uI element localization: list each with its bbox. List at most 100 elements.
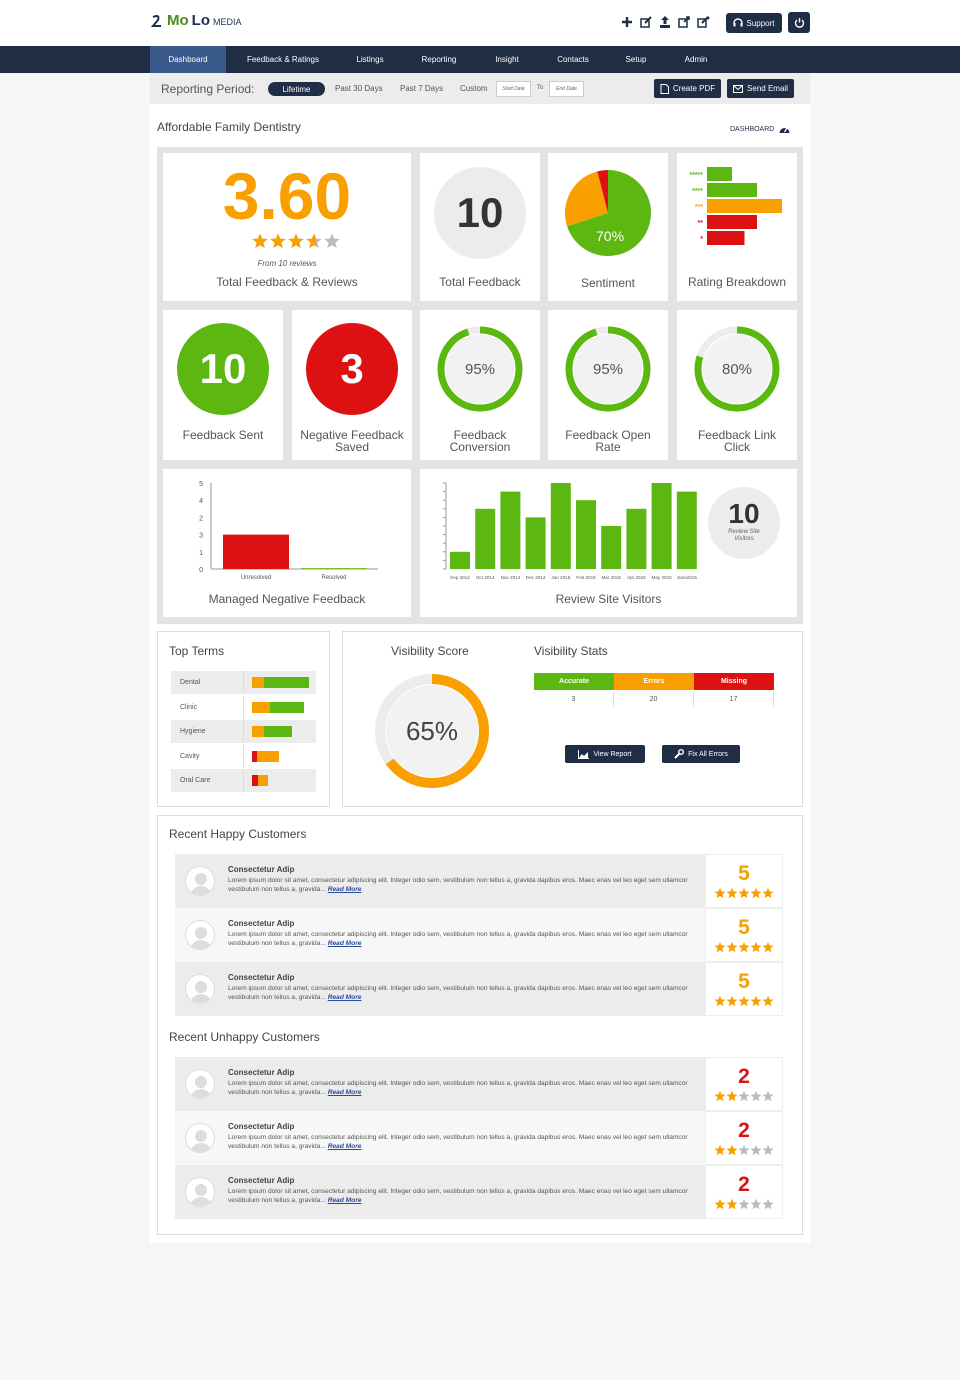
rating-breakdown-card[interactable]: ***** **** *** ** * Rating Breakdown xyxy=(677,153,797,301)
negative-saved-card[interactable]: 3 Negative Feedback Saved xyxy=(292,310,412,460)
sentiment-card[interactable]: 70% Sentiment xyxy=(548,153,668,301)
term-row[interactable]: Cavity xyxy=(171,744,316,768)
term-row[interactable]: Oral Care xyxy=(171,769,316,793)
review-author: Consectetur Adip xyxy=(228,1122,295,1131)
reporting-period-bar: Reporting Period: Lifetime Past 30 Days … xyxy=(150,73,810,104)
total-feedback-card[interactable]: 10 Total Feedback xyxy=(420,153,540,301)
site-visitors-badge: 10 Review Site Visitors xyxy=(708,487,780,559)
term-row[interactable]: Clinic xyxy=(171,695,316,719)
star-icon xyxy=(726,941,738,953)
header-icons xyxy=(620,15,710,29)
email-icon xyxy=(733,84,744,93)
link-click-card[interactable]: 80% Feedback Link Click xyxy=(677,310,797,460)
period-past-30-days[interactable]: Past 30 Days xyxy=(335,84,383,93)
term-bar xyxy=(243,720,292,744)
logo[interactable]: Mo Lo MEDIA xyxy=(150,12,242,29)
support-label: Support xyxy=(746,18,775,28)
review-item[interactable]: Consectetur Adip Lorem ipsum dolor sit a… xyxy=(175,1111,783,1165)
managed-negative-caption: Managed Negative Feedback xyxy=(208,592,366,606)
breakdown-bar xyxy=(707,167,732,181)
star-icon xyxy=(738,1144,750,1156)
star-icon xyxy=(762,941,774,953)
feedback-sent-card[interactable]: 10 Feedback Sent xyxy=(163,310,283,460)
link-click-caption: Feedback Link Click xyxy=(697,428,777,454)
managed-negative-card[interactable]: 5 4 2 3 1 0 Unresolved Resolved Managed Negativ… xyxy=(163,469,411,617)
edit-icon[interactable] xyxy=(639,15,653,29)
tab-dashboard[interactable]: Dashboard xyxy=(150,46,226,73)
period-custom[interactable]: Custom xyxy=(460,84,488,93)
tab-reporting[interactable]: Reporting xyxy=(401,46,477,73)
rating-value: 3.60 xyxy=(222,159,352,233)
fix-all-errors-button[interactable]: Fix All Errors xyxy=(662,745,740,763)
review-body: Lorem ipsum dolor sit amet, consectetur … xyxy=(228,931,688,947)
tab-admin[interactable]: Admin xyxy=(658,46,734,73)
read-more-link[interactable]: Read More xyxy=(328,940,362,947)
create-pdf-label: Create PDF xyxy=(672,84,716,93)
end-date-input[interactable]: End Date xyxy=(549,81,584,97)
review-body: Lorem ipsum dolor sit amet, consectetur … xyxy=(228,1134,688,1150)
review-item[interactable]: Consectetur Adip Lorem ipsum dolor sit a… xyxy=(175,962,783,1016)
term-bar-green xyxy=(264,726,292,738)
visibility-value-accurate: 3 xyxy=(534,692,614,706)
conversion-card[interactable]: 95% Feedback Conversion xyxy=(420,310,540,460)
review-item[interactable]: Consectetur Adip Lorem ipsum dolor sit a… xyxy=(175,854,783,908)
review-item[interactable]: Consectetur Adip Lorem ipsum dolor sit a… xyxy=(175,1057,783,1111)
user-icon xyxy=(190,873,212,895)
support-button[interactable]: Support xyxy=(726,13,782,33)
review-score-value: 5 xyxy=(738,970,750,993)
x-tick-label: Mar 2015 xyxy=(601,575,621,580)
term-row[interactable]: Dental xyxy=(171,671,316,694)
review-item[interactable]: Consectetur Adip Lorem ipsum dolor sit a… xyxy=(175,908,783,962)
star-icon xyxy=(726,995,738,1007)
start-date-input[interactable]: Start Date xyxy=(496,81,531,97)
rating-stars xyxy=(252,233,340,248)
total-feedback-caption: Total Feedback xyxy=(439,275,521,289)
read-more-link[interactable]: Read More xyxy=(328,1143,362,1150)
create-pdf-button[interactable]: Create PDF xyxy=(654,79,721,98)
term-bar-green xyxy=(270,701,304,713)
period-lifetime[interactable]: Lifetime xyxy=(268,82,325,96)
star-icon xyxy=(252,233,268,248)
review-stars xyxy=(714,1144,774,1156)
review-text: Lorem ipsum dolor sit amet, consectetur … xyxy=(228,1133,698,1151)
term-row[interactable]: Hygiene xyxy=(171,720,316,744)
read-more-link[interactable]: Read More xyxy=(328,994,362,1001)
tab-insight[interactable]: Insight xyxy=(469,46,545,73)
user-icon xyxy=(190,1076,212,1098)
star-icon xyxy=(750,887,762,899)
power-icon xyxy=(794,18,804,28)
read-more-link[interactable]: Read More xyxy=(328,886,362,893)
business-name: Affordable Family Dentistry xyxy=(157,120,301,134)
review-author: Consectetur Adip xyxy=(228,1176,295,1185)
send-email-button[interactable]: Send Email xyxy=(727,79,794,98)
review-item[interactable]: Consectetur Adip Lorem ipsum dolor sit a… xyxy=(175,1165,783,1219)
rating-card[interactable]: 3.60 From 10 reviews Total Feedback & Re… xyxy=(163,153,411,301)
site-visitors-card[interactable]: Sep 2014 Oct 2014 Nov 2014 Dec 2014 Jan 2015… xyxy=(420,469,797,617)
read-more-link[interactable]: Read More xyxy=(328,1089,362,1096)
y-tick-label: 1 xyxy=(199,550,203,557)
term-bar-orange xyxy=(252,677,264,688)
external-icon[interactable] xyxy=(696,15,710,29)
site-visitors-chart: Sep 2014 Oct 2014 Nov 2014 Dec 2014 Jan 2015… xyxy=(443,482,697,580)
period-past-7-days[interactable]: Past 7 Days xyxy=(400,84,443,93)
upload-icon[interactable] xyxy=(658,15,672,29)
power-button[interactable] xyxy=(788,12,810,33)
dashboard-link[interactable]: DASHBOARD xyxy=(730,124,790,134)
bar xyxy=(676,491,697,569)
bar xyxy=(576,500,596,569)
star-icon xyxy=(762,887,774,899)
read-more-link[interactable]: Read More xyxy=(328,1197,362,1204)
visibility-score-value: 65% xyxy=(405,715,459,746)
tab-feedback-ratings[interactable]: Feedback & Ratings xyxy=(245,46,321,73)
view-report-button[interactable]: View Report xyxy=(565,745,645,763)
share-icon[interactable] xyxy=(677,15,691,29)
star-icon xyxy=(750,941,762,953)
plus-icon[interactable] xyxy=(620,15,634,29)
site-visitors-sub: Review Site Visitors xyxy=(728,529,760,542)
open-rate-card[interactable]: 95% Feedback Open Rate xyxy=(548,310,668,460)
logo-lo: Lo xyxy=(191,12,210,29)
stats-grid: 3.60 From 10 reviews Total Feedback & Re… xyxy=(157,147,803,624)
tab-listings[interactable]: Listings xyxy=(332,46,408,73)
review-score-value: 2 xyxy=(738,1065,750,1088)
visibility-stats-title: Visibility Stats xyxy=(534,644,608,658)
